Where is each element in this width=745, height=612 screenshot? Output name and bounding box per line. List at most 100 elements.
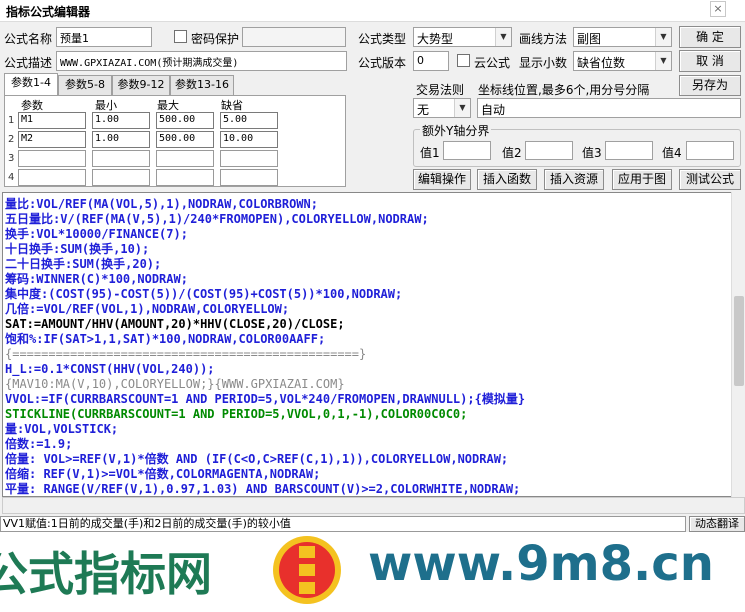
save-as-button[interactable]: 另存为 [679,75,741,96]
draw-method-label: 画线方法 [519,32,568,46]
logo-icon [273,536,341,604]
yaxis-value1-input[interactable] [443,141,491,160]
editor-hscrollbar[interactable] [2,497,745,514]
formula-type-value: 大势型 [417,32,454,46]
param-header-min: 最小 [95,99,117,112]
code-line: 平量: RANGE(V/REF(V,1),0.97,1.03) AND BARS… [5,482,521,496]
decimal-value: 缺省位数 [577,56,626,70]
code-line: H_L:=0.1*CONST(HHV(VOL,240)); [5,362,215,376]
param-min-input[interactable] [92,169,150,186]
params-panel: 参数 最小 最大 缺省 1 M1 1.00 500.00 5.00 2 M2 1… [4,95,346,187]
ok-button[interactable]: 确 定 [679,26,741,48]
formula-type-label: 公式类型 [358,32,407,46]
banner-right-text: www.9m8.cn [368,536,714,592]
test-formula-button[interactable]: 测试公式 [679,169,741,190]
param-row-number: 4 [8,172,15,183]
formula-name-input[interactable]: 预量1 [56,27,152,47]
param-max-input[interactable]: 500.00 [156,131,214,148]
draw-method-select[interactable]: 副图 ▼ [573,27,672,47]
param-name-input[interactable] [18,169,86,186]
formula-desc-input[interactable]: WWW.GPXIAZAI.COM(预计期满成交量) [56,51,347,71]
param-header-name: 参数 [21,99,43,112]
param-name-input[interactable]: M1 [18,112,86,129]
code-line: 十日换手:SUM(换手,10); [5,242,150,256]
apply-to-chart-button[interactable]: 应用于图 [612,169,672,190]
tab-params-1-4[interactable]: 参数1-4 [4,73,58,95]
password-checkbox[interactable] [174,30,187,43]
formula-version-input[interactable]: 0 [413,51,449,71]
cancel-button[interactable]: 取 消 [679,50,741,72]
code-line: {=======================================… [5,347,367,361]
status-text: VV1赋值:1日前的成交量(手)和2日前的成交量(手)的较小值 [0,516,686,532]
code-line: {MAV10:MA(V,10),COLORYELLOW;}{WWW.GPXIAZ… [5,377,345,391]
insert-function-button[interactable]: 插入函数 [477,169,537,190]
code-line: 倍量: VOL>=REF(V,1)*倍数 AND (IF(C<O,C>REF(C… [5,452,509,466]
yaxis-value3-input[interactable] [605,141,653,160]
chevron-down-icon: ▼ [454,99,470,117]
password-input[interactable] [242,27,346,47]
banner-logo [262,532,352,612]
edit-operation-button[interactable]: 编辑操作 [413,169,471,190]
scrollbar-thumb[interactable] [734,296,744,386]
param-default-input[interactable]: 5.00 [220,112,278,129]
trade-rule-label: 交易法则 [416,83,465,97]
param-header-max: 最大 [157,99,179,112]
code-line: 筹码:WINNER(C)*100,NODRAW; [5,272,188,286]
chevron-down-icon: ▼ [655,52,671,70]
code-editor[interactable]: 量比:VOL/REF(MA(VOL,5),1),NODRAW,COLORBROW… [2,192,732,497]
extra-yaxis-label: 额外Y轴分界 [420,122,492,139]
trade-rule-value: 无 [417,103,430,117]
decimal-select[interactable]: 缺省位数 ▼ [573,51,672,71]
code-line: SAT:=AMOUNT/HHV(AMOUNT,20)*HHV(CLOSE,20)… [5,317,345,331]
code-line: 量:VOL,VOLSTICK; [5,422,119,436]
code-line: 倍缩: REF(V,1)>=VOL*倍数,COLORMAGENTA,NODRAW… [5,467,321,481]
code-line: 五日量比:V/(REF(MA(V,5),1)/240*FROMOPEN),COL… [5,212,429,226]
param-default-input[interactable] [220,169,278,186]
formula-desc-label: 公式描述 [4,56,53,70]
formula-version-label: 公式版本 [358,56,407,70]
code-line: STICKLINE(CURRBARSCOUNT=1 AND PERIOD=5,V… [5,407,468,421]
code-line: VVOL:=IF(CURRBARSCOUNT=1 AND PERIOD=5,VO… [5,392,526,406]
code-line: 饱和%:IF(SAT>1,1,SAT)*100,NODRAW,COLOR00AA… [5,332,326,346]
coord-line-label: 坐标线位置,最多6个,用分号分隔 [478,83,650,97]
param-min-input[interactable]: 1.00 [92,112,150,129]
param-max-input[interactable] [156,150,214,167]
param-row-number: 2 [8,134,15,145]
dynamic-translate-button[interactable]: 动态翻译 [689,516,745,532]
coord-line-input[interactable]: 自动 [477,98,741,118]
window-title: 指标公式编辑器 [6,5,91,19]
param-min-input[interactable]: 1.00 [92,131,150,148]
password-label: 密码保护 [191,32,240,46]
yaxis-value1-label: 值1 [420,146,440,160]
param-max-input[interactable] [156,169,214,186]
tab-params-5-8[interactable]: 参数5-8 [58,75,112,95]
param-max-input[interactable]: 500.00 [156,112,214,129]
title-bar: 指标公式编辑器 × [0,0,745,22]
param-default-input[interactable]: 10.00 [220,131,278,148]
draw-method-value: 副图 [577,32,602,46]
formula-name-label: 公式名称 [4,32,53,46]
yaxis-value2-input[interactable] [525,141,573,160]
chevron-down-icon: ▼ [495,28,511,46]
decimal-label: 显示小数 [519,56,568,70]
code-line: 几倍:=VOL/REF(VOL,1),NODRAW,COLORYELLOW; [5,302,290,316]
yaxis-value4-input[interactable] [686,141,734,160]
formula-type-select[interactable]: 大势型 ▼ [413,27,512,47]
param-min-input[interactable] [92,150,150,167]
trade-rule-select[interactable]: 无 ▼ [413,98,471,118]
tab-params-9-12[interactable]: 参数9-12 [112,75,170,95]
watermark-banner: 公式指标网 www.9m8.cn [0,532,745,612]
tab-params-13-16[interactable]: 参数13-16 [170,75,234,95]
cloud-formula-checkbox[interactable] [457,54,470,67]
param-name-input[interactable]: M2 [18,131,86,148]
param-name-input[interactable] [18,150,86,167]
param-row-number: 3 [8,153,15,164]
param-default-input[interactable] [220,150,278,167]
code-line: 换手:VOL*10000/FINANCE(7); [5,227,188,241]
param-header-default: 缺省 [221,99,243,112]
yaxis-value2-label: 值2 [502,146,522,160]
code-line: 二十日换手:SUM(换手,20); [5,257,162,271]
close-button[interactable]: × [710,1,726,17]
editor-scrollbar[interactable] [731,192,745,497]
insert-resource-button[interactable]: 插入资源 [544,169,604,190]
